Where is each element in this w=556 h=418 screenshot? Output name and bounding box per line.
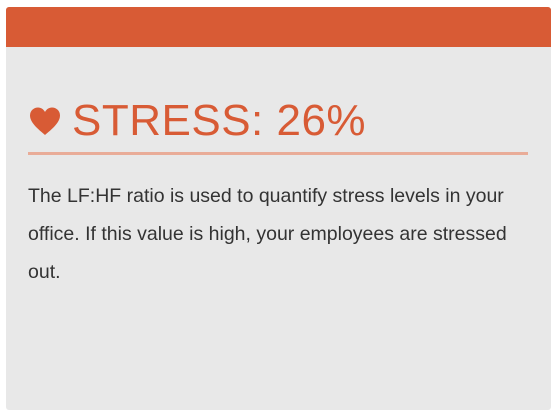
card-header-bar	[6, 7, 551, 47]
stress-title: STRESS: 26%	[72, 96, 367, 145]
stress-description: The LF:HF ratio is used to quantify stre…	[28, 185, 507, 283]
title-divider	[28, 152, 528, 155]
card-title-row: STRESS: 26%	[28, 93, 551, 149]
heart-icon	[28, 106, 62, 136]
stress-card: STRESS: 26% The LF:HF ratio is used to q…	[6, 7, 551, 410]
